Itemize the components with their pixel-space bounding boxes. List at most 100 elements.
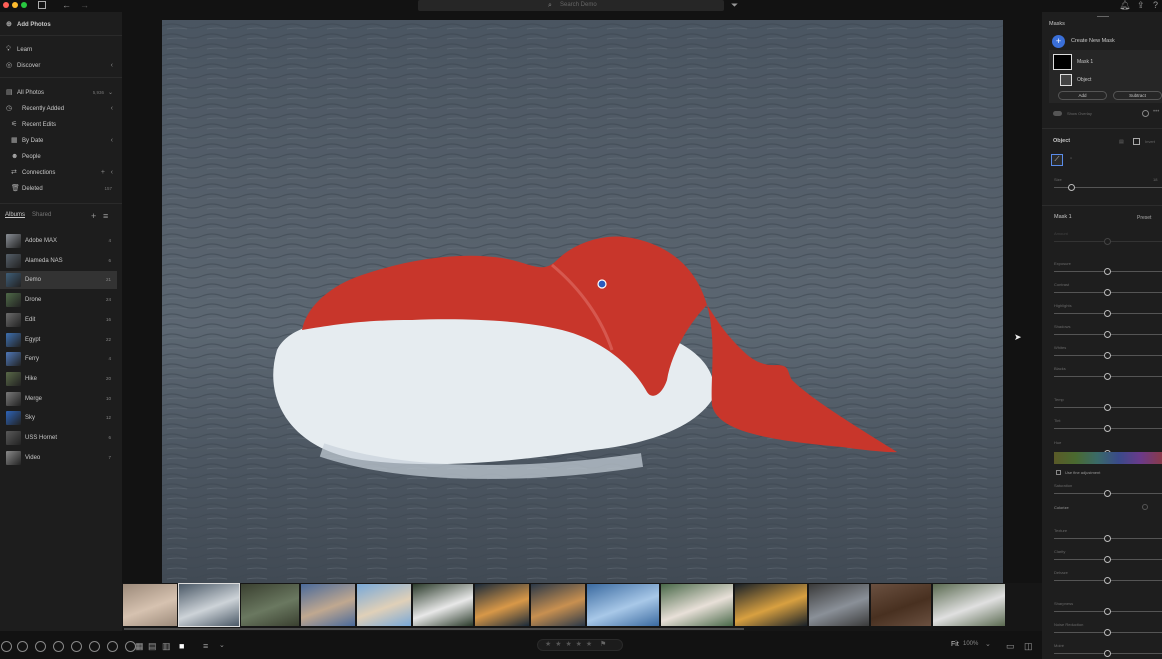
sort-icon[interactable]: ≡ [103, 211, 108, 221]
slider-knob[interactable] [1104, 425, 1111, 432]
slider-knob[interactable] [1104, 289, 1111, 296]
slider-knob[interactable] [1104, 535, 1111, 542]
sidebar-item-recent-edits[interactable]: ⚟ Recent Edits [0, 118, 122, 132]
hue-spectrum[interactable] [1054, 452, 1162, 464]
slider-knob[interactable] [1104, 577, 1111, 584]
sort-icon[interactable]: ≡ [203, 641, 208, 651]
preset-dropdown[interactable]: Preset [1137, 215, 1151, 221]
slider-knob[interactable] [1104, 268, 1111, 275]
tab-shared[interactable]: Shared [32, 208, 62, 222]
slider-knob[interactable] [1104, 352, 1111, 359]
album-item[interactable]: Demo 21 [0, 271, 117, 290]
flag-icon[interactable]: ⚑ [600, 640, 606, 648]
panel-drag-handle[interactable] [1097, 16, 1109, 17]
album-item[interactable]: Adobe MAX 4 [0, 232, 117, 250]
single-view-icon[interactable]: ■ [179, 641, 184, 651]
album-item[interactable]: Ferry 4 [0, 350, 117, 368]
grid-icon[interactable]: ▤ [148, 641, 157, 651]
invert-checkbox[interactable] [1133, 138, 1140, 145]
brush-select-icon[interactable]: ⟋ [1051, 154, 1063, 166]
zoom-window-button[interactable] [21, 2, 27, 8]
share-icon[interactable]: ⇪ [1137, 0, 1145, 10]
rectangle-select-icon[interactable]: ▫ [1070, 156, 1072, 162]
filmstrip-thumbnail[interactable] [735, 584, 807, 626]
subtract-mask-button[interactable]: Subtract [1113, 91, 1162, 100]
slider-knob[interactable] [1104, 404, 1111, 411]
add-photos-button[interactable]: ⊕ Add Photos [0, 18, 122, 32]
use-fine-checkbox[interactable] [1056, 470, 1061, 475]
filmstrip-thumbnail[interactable] [475, 584, 529, 626]
slider-knob[interactable] [1104, 608, 1111, 615]
album-item[interactable]: Drone 24 [0, 291, 117, 309]
add-mask-button[interactable]: Add [1058, 91, 1107, 100]
square-grid-icon[interactable]: ▦ [135, 641, 144, 651]
sidebar-item-by-date[interactable]: ▦ By Date ‹ [0, 134, 122, 148]
mask1-thumbnail[interactable] [1053, 54, 1072, 70]
object-mask-label[interactable]: Object [1077, 77, 1091, 83]
create-mask-icon[interactable]: + [1052, 35, 1065, 48]
filmstrip-scrollbar[interactable] [124, 628, 744, 630]
filmstrip-thumbnail[interactable] [241, 584, 299, 626]
colorize-swatch[interactable] [1142, 504, 1148, 510]
chevron-down-icon[interactable]: ⌄ [219, 641, 225, 651]
slider-knob[interactable] [1104, 629, 1111, 636]
filmstrip-thumbnail[interactable] [809, 584, 869, 626]
play-icon[interactable] [1, 641, 12, 652]
sidebar-item-discover[interactable]: ◎ Discover ‹ [0, 59, 122, 73]
object-thumbnail[interactable] [1060, 74, 1072, 86]
sidebar-item-people[interactable]: ☻ People [0, 150, 122, 164]
minimize-window-button[interactable] [12, 2, 18, 8]
zoom-level[interactable]: 100% [963, 641, 978, 647]
filmstrip-thumbnail[interactable] [531, 584, 585, 626]
filmstrip-thumbnail[interactable] [933, 584, 1005, 626]
size-slider-knob[interactable] [1068, 184, 1075, 191]
show-overlay-toggle[interactable] [1053, 111, 1062, 116]
settings-icon[interactable] [1142, 110, 1149, 117]
slider-knob[interactable] [1104, 373, 1111, 380]
sidebar-toggle-icon[interactable] [38, 1, 46, 9]
eraser-icon[interactable]: ▤ [1119, 139, 1124, 145]
create-new-mask-button[interactable]: Create New Mask [1071, 38, 1115, 44]
close-window-button[interactable] [3, 2, 9, 8]
filmstrip-thumbnail[interactable] [178, 583, 240, 627]
mask-pin-icon[interactable] [597, 279, 607, 289]
back-arrow-icon[interactable]: ← [62, 0, 71, 10]
filmstrip-thumbnail[interactable] [357, 584, 411, 626]
album-item[interactable]: Egypt 22 [0, 331, 117, 349]
chevron-down-icon[interactable]: ⌄ [985, 640, 991, 648]
sidebar-item-learn[interactable]: 💡︎ Learn [0, 43, 122, 57]
add-connection-icon[interactable]: + [101, 166, 105, 180]
detail-view-icon[interactable]: ▥ [162, 641, 171, 651]
split-view-icon[interactable]: ◫ [1024, 641, 1033, 651]
album-item[interactable]: Edit 16 [0, 311, 117, 329]
mask-icon[interactable] [89, 641, 100, 652]
mask1-label[interactable]: Mask 1 [1077, 59, 1093, 65]
slider-knob[interactable] [1104, 556, 1111, 563]
sidebar-item-recently-added[interactable]: ◷ Recently Added ‹ [0, 102, 122, 116]
notifications-icon[interactable]: 🔔︎ [1119, 0, 1130, 10]
more-icon[interactable]: ••• [1153, 109, 1159, 115]
sidebar-item-connections[interactable]: ⇄ Connections + ‹ [0, 166, 122, 180]
filmstrip-thumbnail[interactable] [301, 584, 355, 626]
album-item[interactable]: Sky 12 [0, 409, 117, 427]
edit-icon[interactable] [35, 641, 46, 652]
filmstrip-thumbnail[interactable] [871, 584, 931, 626]
album-item[interactable]: Merge 10 [0, 390, 117, 408]
tab-albums[interactable]: Albums [5, 208, 35, 222]
fit-button[interactable]: Fit [951, 641, 959, 648]
zoom-icon[interactable] [71, 641, 82, 652]
filter-icon[interactable]: ⏷ [731, 0, 738, 10]
filmstrip-thumbnail[interactable] [413, 584, 473, 626]
album-item[interactable]: USS Hornet 6 [0, 429, 117, 447]
heal-icon[interactable] [107, 641, 118, 652]
help-icon[interactable]: ? [1153, 0, 1158, 10]
album-item[interactable]: Video 7 [0, 449, 117, 467]
add-album-icon[interactable]: + [91, 211, 96, 221]
sidebar-item-all-photos[interactable]: ▤ All Photos 5,936 ⌄ [0, 86, 122, 100]
star-rating[interactable]: ★ ★ ★ ★ ★ [545, 640, 593, 648]
forward-arrow-icon[interactable]: → [80, 0, 89, 10]
filmstrip-thumbnail[interactable] [587, 584, 659, 626]
album-item[interactable]: Hike 20 [0, 370, 117, 388]
next-icon[interactable] [17, 641, 28, 652]
album-item[interactable]: Alameda NAS 6 [0, 252, 117, 270]
